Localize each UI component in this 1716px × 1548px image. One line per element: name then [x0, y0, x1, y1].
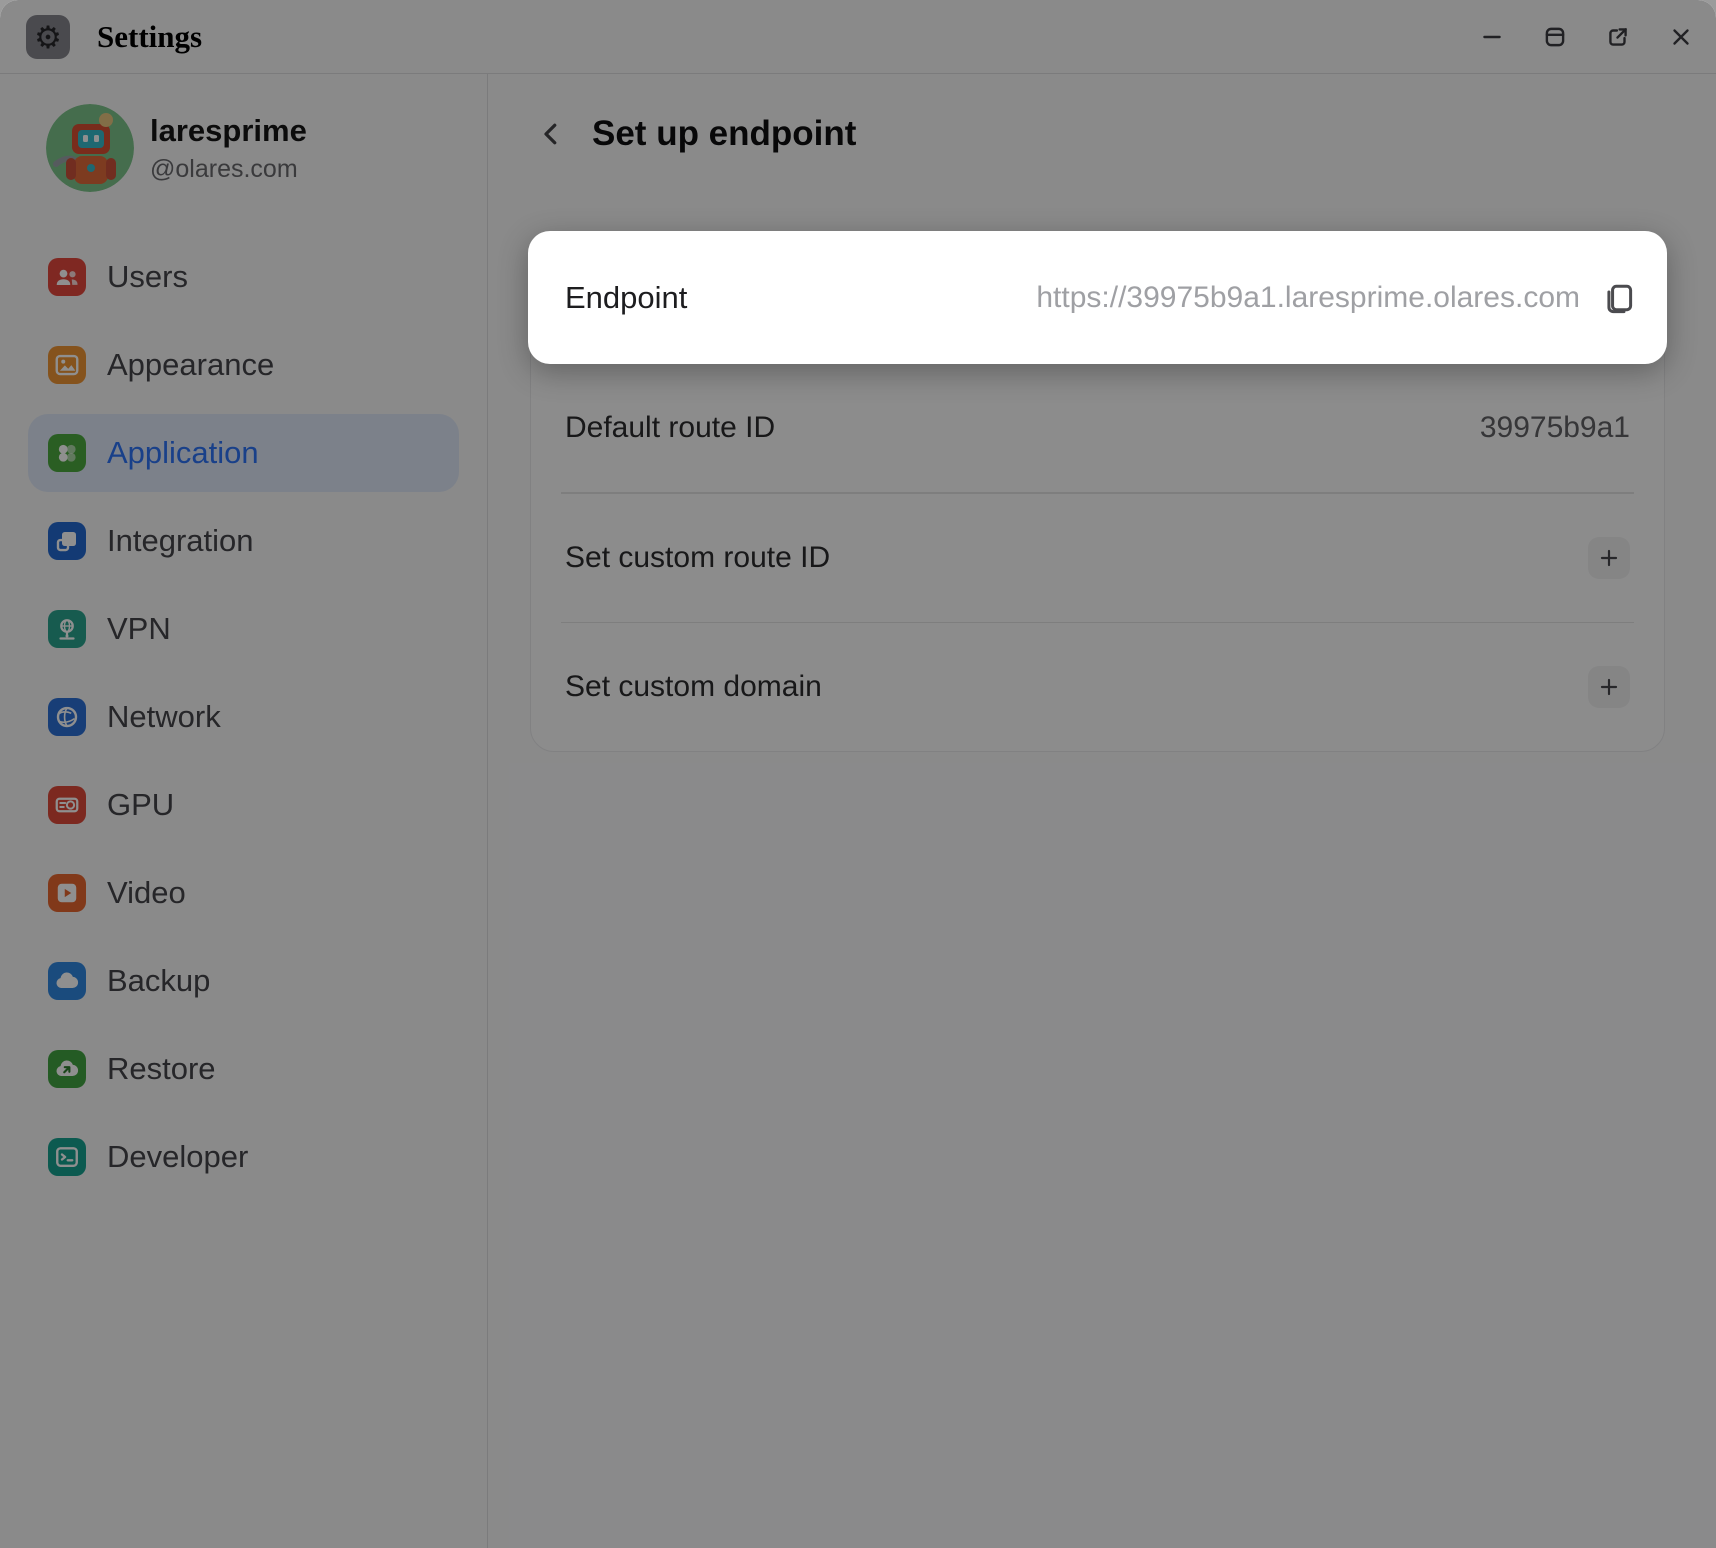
endpoint-row: Endpoint https://39975b9a1.laresprime.ol… — [528, 231, 1667, 364]
endpoint-url: https://39975b9a1.laresprime.olares.com — [1036, 281, 1580, 315]
copy-icon[interactable] — [1597, 278, 1637, 318]
settings-window: ⚙ Settings — [0, 0, 1716, 1548]
endpoint-label: Endpoint — [565, 280, 687, 316]
